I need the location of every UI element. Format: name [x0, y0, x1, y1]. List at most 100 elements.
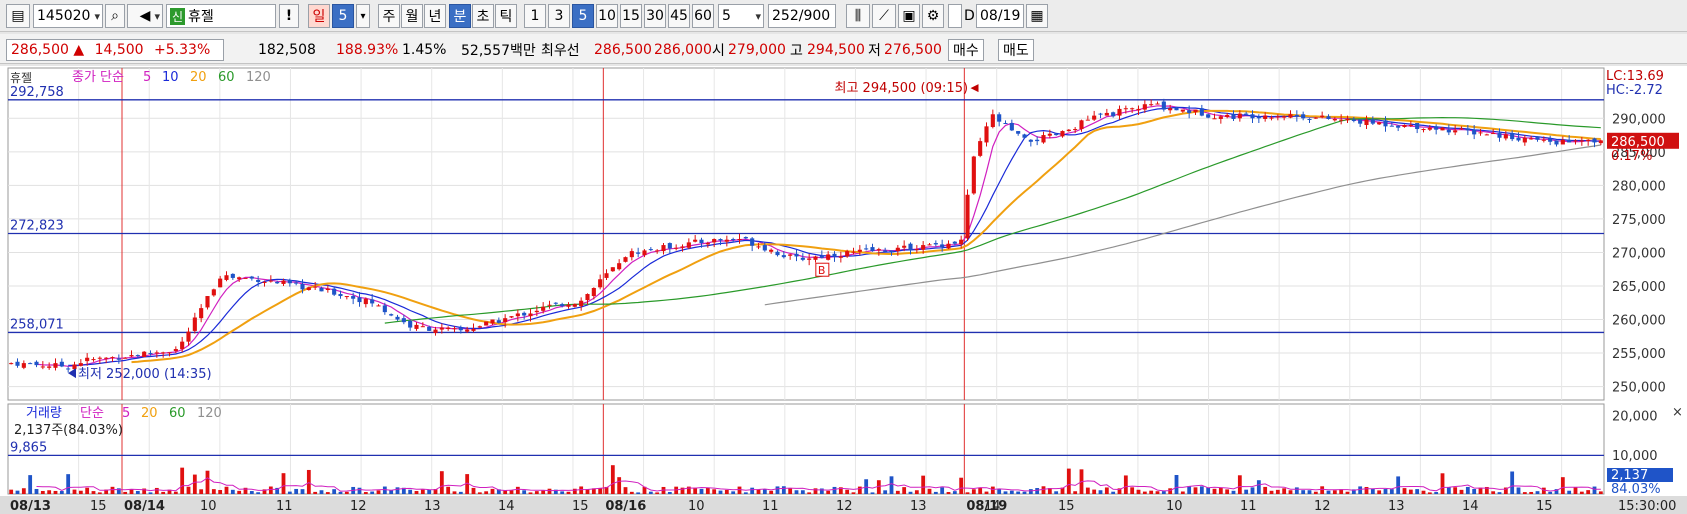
x-axis-label: 11: [1240, 499, 1257, 514]
candle-body: [629, 251, 634, 258]
period-year[interactable]: 년: [424, 4, 446, 28]
period-week[interactable]: 주: [378, 4, 400, 28]
volume-bar: [97, 492, 102, 494]
layout-icon[interactable]: ▤: [6, 4, 30, 28]
period-count[interactable]: 5: [332, 4, 354, 28]
minute-5[interactable]: 5: [572, 4, 594, 28]
period-second[interactable]: 초: [472, 4, 494, 28]
search-icon[interactable]: ⌕: [105, 4, 125, 28]
candle-body: [123, 357, 128, 359]
volume-bar: [1510, 471, 1515, 494]
stock-name-field[interactable]: 신 휴젤: [166, 4, 276, 28]
volume-bar: [629, 491, 634, 494]
date-checkbox[interactable]: [948, 4, 962, 28]
candle-body: [306, 287, 311, 291]
candle-body: [249, 276, 254, 279]
volume-bar: [154, 487, 159, 494]
candle-body: [509, 316, 514, 318]
stock-code-input[interactable]: 145020: [33, 4, 103, 28]
candle-body: [458, 327, 463, 331]
price-tick-label: 255,000: [1612, 347, 1666, 362]
volume-bar: [1586, 490, 1591, 494]
minute-10[interactable]: 10: [596, 4, 618, 28]
high-annotation: 최고 294,500 (09:15): [835, 81, 969, 96]
volume-bar: [636, 492, 641, 494]
period-month[interactable]: 월: [401, 4, 423, 28]
trendline-icon[interactable]: ⟋: [872, 4, 896, 28]
speaker-icon[interactable]: ◀: [127, 4, 163, 28]
candle-body: [186, 331, 191, 342]
volume-bar: [446, 486, 451, 494]
volume-bar: [1472, 488, 1477, 494]
candle-body: [1079, 120, 1084, 130]
alert-icon[interactable]: !: [279, 4, 299, 28]
save-icon[interactable]: ▣: [898, 4, 920, 28]
candle-body: [477, 326, 482, 328]
x-axis-label: 15: [1058, 499, 1075, 514]
volume-bar: [85, 487, 90, 494]
minute-3[interactable]: 3: [548, 4, 570, 28]
candle-body: [1168, 108, 1173, 111]
candle-body: [135, 355, 140, 357]
candle-body: [990, 114, 995, 128]
chevron-down-icon[interactable]: ▾: [356, 4, 370, 28]
candle-body: [104, 357, 109, 359]
candle-body: [541, 306, 546, 311]
volume-bar: [990, 486, 995, 494]
price-pct-label: 0.17%: [1611, 149, 1652, 164]
candle-body: [1047, 133, 1052, 136]
volume-bar: [1408, 489, 1413, 494]
price-legend-item: 20: [190, 70, 207, 85]
volume-bar: [756, 489, 761, 494]
candle-body: [1263, 115, 1268, 119]
volume-bar: [667, 492, 672, 494]
volume-bar: [997, 489, 1002, 494]
candle-body: [1149, 104, 1154, 106]
period-minute[interactable]: 분: [449, 4, 471, 28]
candle-body: [363, 298, 368, 305]
sell-button[interactable]: 매도: [998, 39, 1034, 61]
minute-60[interactable]: 60: [692, 4, 714, 28]
buy-button[interactable]: 매수: [948, 39, 984, 61]
price-tick-label: 260,000: [1612, 314, 1666, 329]
candle-body: [813, 256, 818, 260]
candle-body: [1111, 112, 1116, 117]
candle-body: [883, 250, 888, 252]
volume-bar: [1263, 486, 1268, 494]
volume-bar: [1529, 491, 1534, 494]
candle-body: [528, 313, 533, 317]
candle-body: [762, 245, 767, 251]
volume-bar: [1041, 486, 1046, 494]
bars-field[interactable]: 252/900: [768, 4, 836, 28]
volume-bar: [1332, 490, 1337, 494]
gear-icon[interactable]: ⚙: [922, 4, 944, 28]
stock-chart[interactable]: 290,000285,000280,000275,000270,000265,0…: [0, 66, 1687, 514]
x-axis-label: 14: [498, 499, 515, 514]
period-day[interactable]: 일: [308, 4, 330, 28]
volume-bar: [1465, 486, 1470, 494]
volume-bar: [1161, 491, 1166, 494]
candle-style-icon[interactable]: ⫼: [846, 4, 870, 28]
calendar-icon[interactable]: ▦: [1026, 4, 1048, 28]
period-tick[interactable]: 틱: [495, 4, 517, 28]
volume-bar: [249, 491, 254, 494]
minute-30[interactable]: 30: [644, 4, 666, 28]
minute-45[interactable]: 45: [668, 4, 690, 28]
amount-value: 52,557백만: [461, 43, 536, 59]
minute-1[interactable]: 1: [524, 4, 546, 28]
minute-15[interactable]: 15: [620, 4, 642, 28]
volume-bar: [750, 487, 755, 494]
date-input[interactable]: 08/19: [976, 4, 1024, 28]
candle-body: [794, 253, 799, 257]
volume-bar: [788, 488, 793, 494]
candle-body: [78, 363, 83, 366]
volume-bar: [857, 486, 862, 494]
chart-background: [0, 66, 1687, 514]
candle-body: [192, 317, 197, 331]
candle-body: [1218, 116, 1223, 119]
candle-body: [889, 250, 894, 253]
volume-bar: [268, 486, 273, 494]
candle-body: [21, 363, 26, 368]
count-select[interactable]: 5: [718, 4, 764, 28]
x-axis-label: 12: [1314, 499, 1331, 514]
